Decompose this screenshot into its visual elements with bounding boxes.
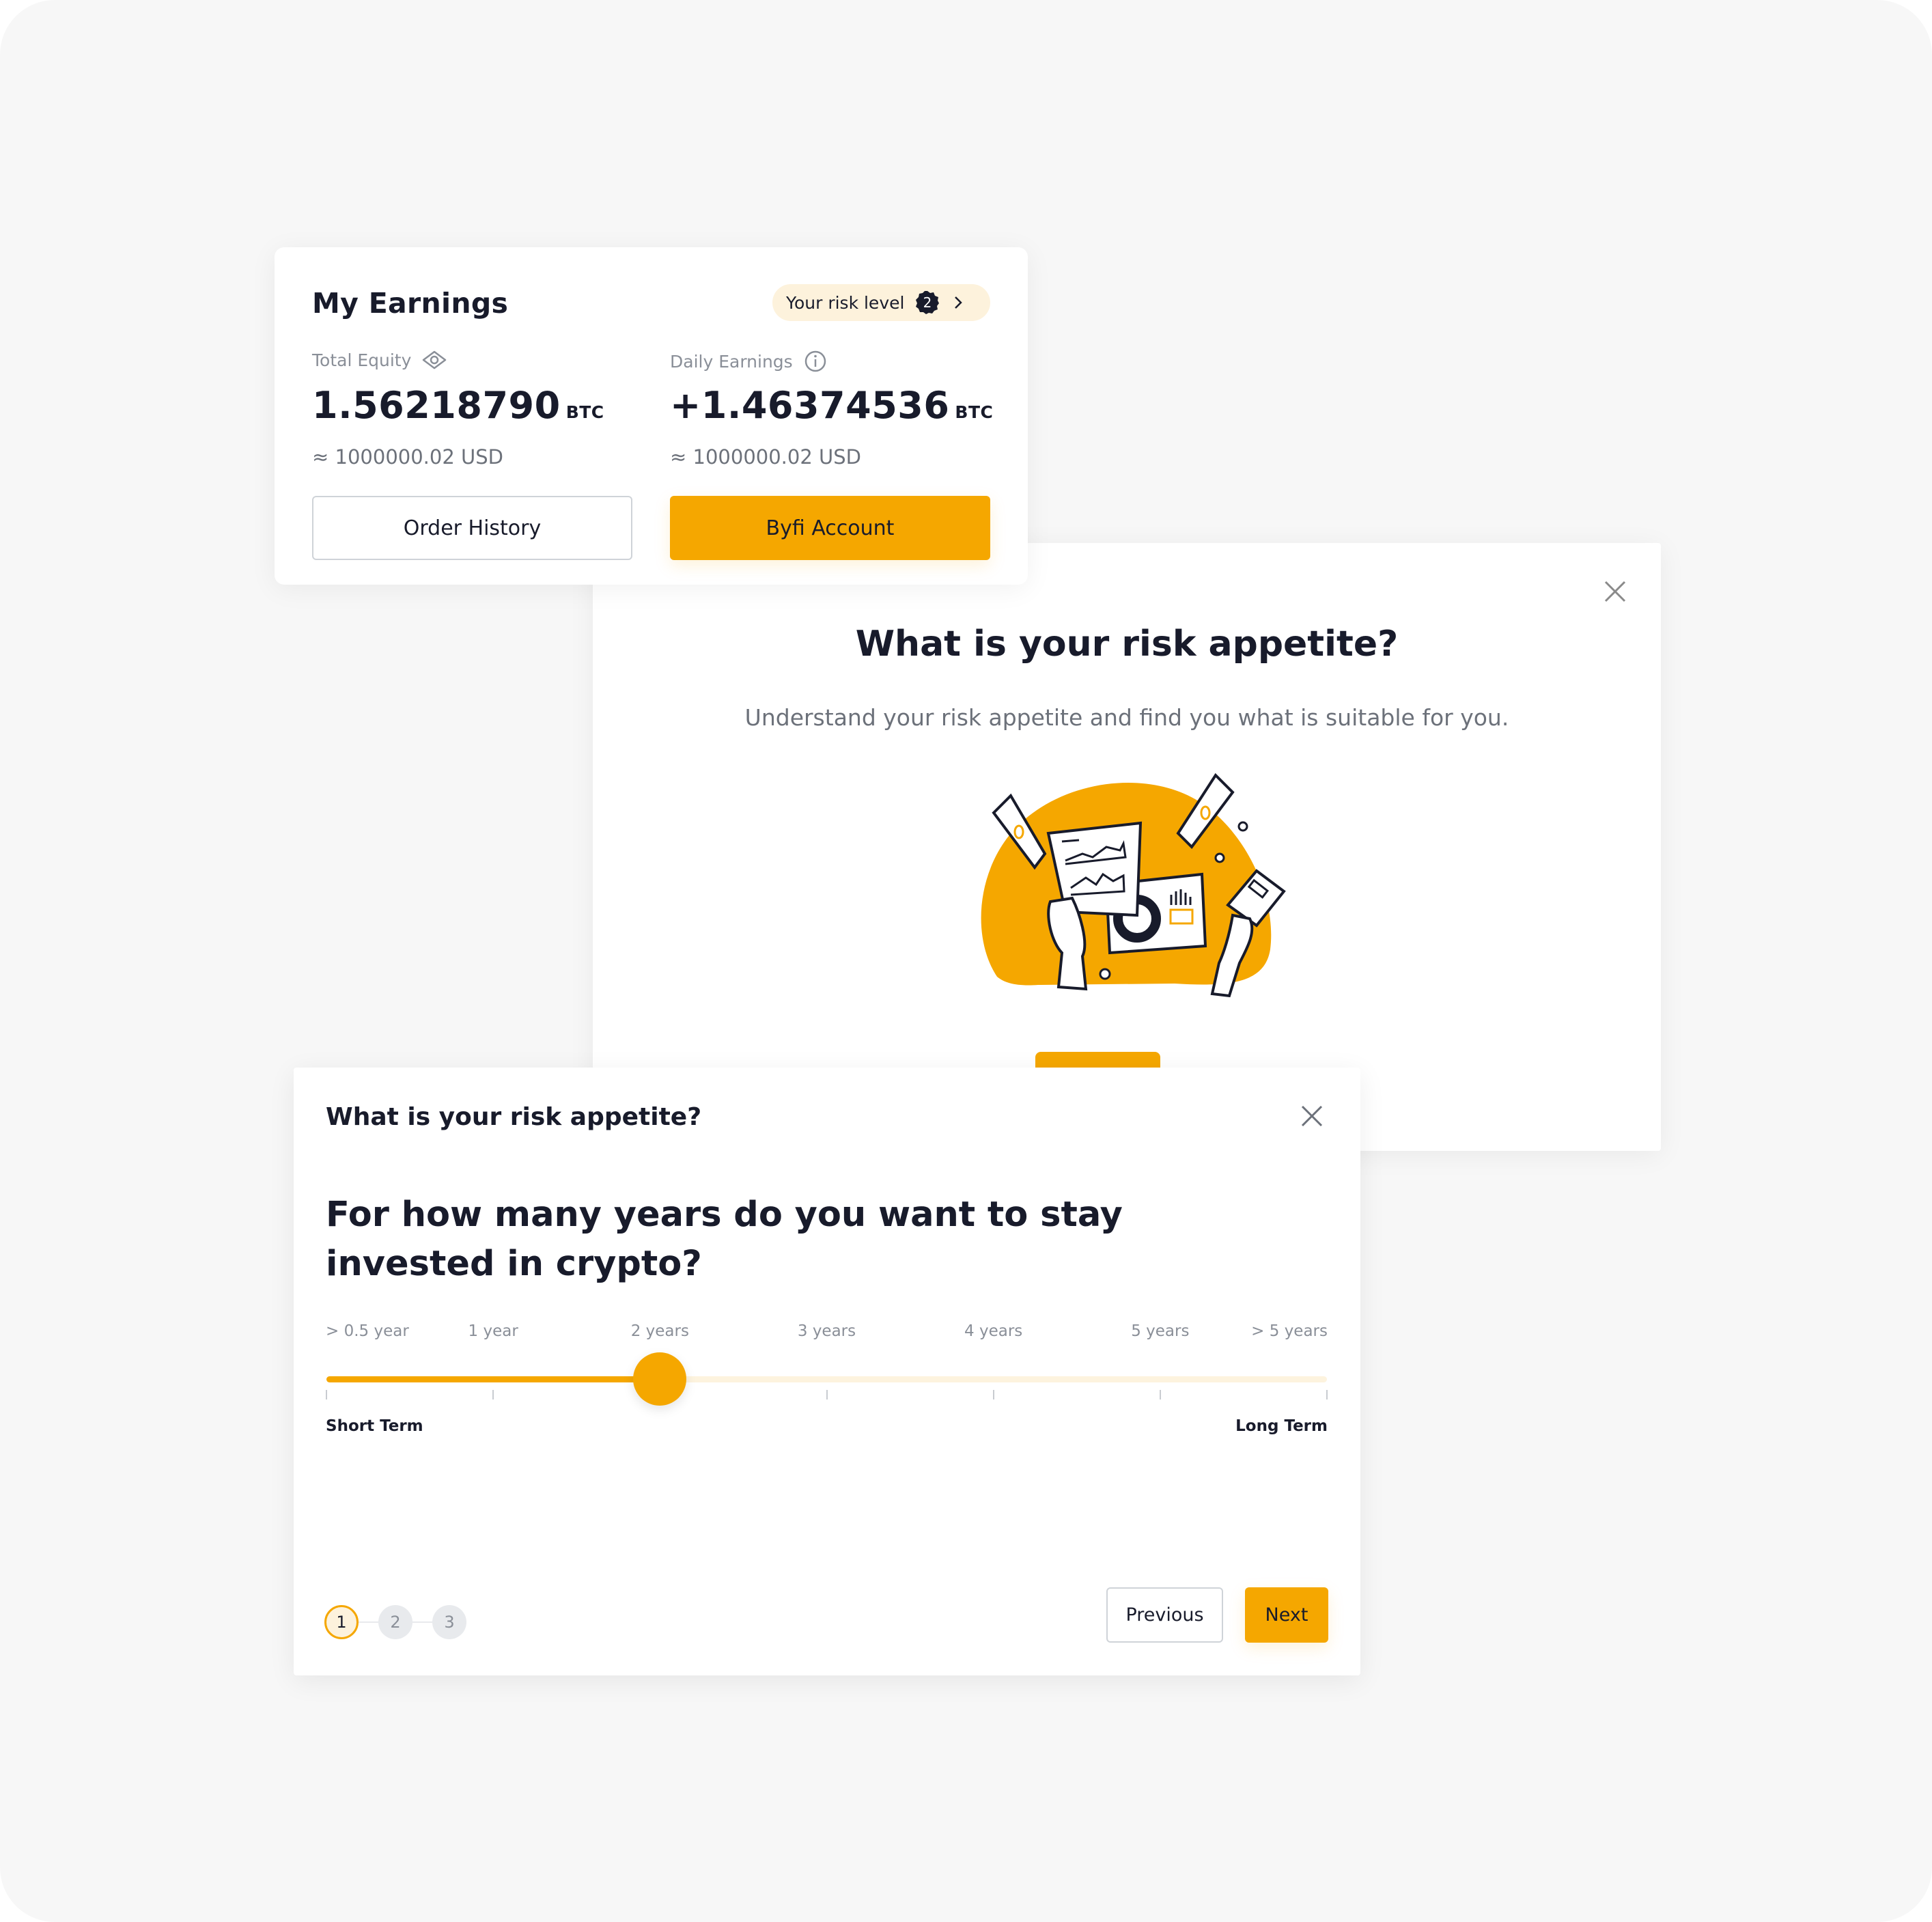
total-equity-label-row: Total Equity <box>312 350 447 370</box>
total-equity-usd: ≈ 1000000.02 USD <box>312 445 503 469</box>
chevron-right-icon <box>955 296 963 309</box>
intro-title: What is your risk appetite? <box>855 624 1399 665</box>
slider-tick <box>992 1390 994 1399</box>
daily-earnings-label-row: Daily Earnings <box>670 350 827 373</box>
total-equity-amount: 1.56218790 BTC <box>312 384 604 427</box>
slider-option-label[interactable]: 3 years <box>798 1322 856 1340</box>
eye-icon[interactable] <box>422 350 447 370</box>
daily-earnings-value: +1.46374536 <box>670 384 950 427</box>
total-equity-value: 1.56218790 <box>312 384 561 427</box>
long-term-label: Long Term <box>1235 1417 1328 1435</box>
slider-tick <box>826 1390 828 1399</box>
risk-intro-modal: What is your risk appetite? Understand y… <box>593 543 1661 1151</box>
slider-option-label[interactable]: 4 years <box>964 1322 1022 1340</box>
slider-option-label[interactable]: 2 years <box>631 1322 689 1340</box>
slider-option-label[interactable]: 1 year <box>468 1322 518 1340</box>
intro-subtitle: Understand your risk appetite and find y… <box>744 704 1509 731</box>
byfi-account-button[interactable]: Byfi Account <box>670 496 990 560</box>
slider-tick <box>1326 1390 1328 1399</box>
close-icon[interactable] <box>1299 1103 1325 1129</box>
question-text: For how many years do you want to stay i… <box>326 1195 1123 1284</box>
order-history-button[interactable]: Order History <box>312 496 632 560</box>
next-button[interactable]: Next <box>1245 1587 1328 1643</box>
slider-thumb[interactable] <box>633 1352 687 1406</box>
slider-tick <box>326 1390 327 1399</box>
question-modal-title: What is your risk appetite? <box>326 1103 702 1131</box>
risk-question-modal: What is your risk appetite? For how many… <box>294 1068 1360 1675</box>
info-icon[interactable] <box>804 350 827 373</box>
my-earnings-card: My Earnings Your risk level 2 Total Equi… <box>275 247 1028 585</box>
step-2[interactable]: 2 <box>378 1605 412 1639</box>
finance-illustration <box>981 772 1286 998</box>
slider-option-label[interactable]: > 5 years <box>1251 1322 1328 1340</box>
daily-earnings-amount: +1.46374536 BTC <box>670 384 993 427</box>
risk-level-value: 2 <box>923 294 932 311</box>
step-connector <box>412 1621 432 1623</box>
risk-level-badge-icon: 2 <box>916 291 940 314</box>
step-3[interactable]: 3 <box>432 1605 466 1639</box>
slider-option-label[interactable]: > 0.5 year <box>326 1322 409 1340</box>
risk-level-pill[interactable]: Your risk level 2 <box>772 284 990 321</box>
slider-option-label[interactable]: 5 years <box>1131 1322 1189 1340</box>
previous-button[interactable]: Previous <box>1106 1587 1223 1643</box>
close-icon[interactable] <box>1602 579 1628 604</box>
daily-earnings-label: Daily Earnings <box>670 351 793 372</box>
daily-earnings-unit: BTC <box>955 402 994 422</box>
step-connector <box>359 1621 378 1623</box>
short-term-label: Short Term <box>326 1417 423 1435</box>
total-equity-unit: BTC <box>565 402 604 422</box>
slider-tick <box>492 1390 494 1399</box>
slider-fill <box>326 1376 660 1382</box>
earnings-title: My Earnings <box>312 287 509 320</box>
slider-tick <box>1159 1390 1161 1399</box>
step-indicator: 123 <box>324 1605 466 1639</box>
daily-earnings-usd: ≈ 1000000.02 USD <box>670 445 861 469</box>
risk-level-label: Your risk level <box>786 292 905 313</box>
total-equity-label: Total Equity <box>312 350 412 370</box>
step-1[interactable]: 1 <box>324 1605 359 1639</box>
